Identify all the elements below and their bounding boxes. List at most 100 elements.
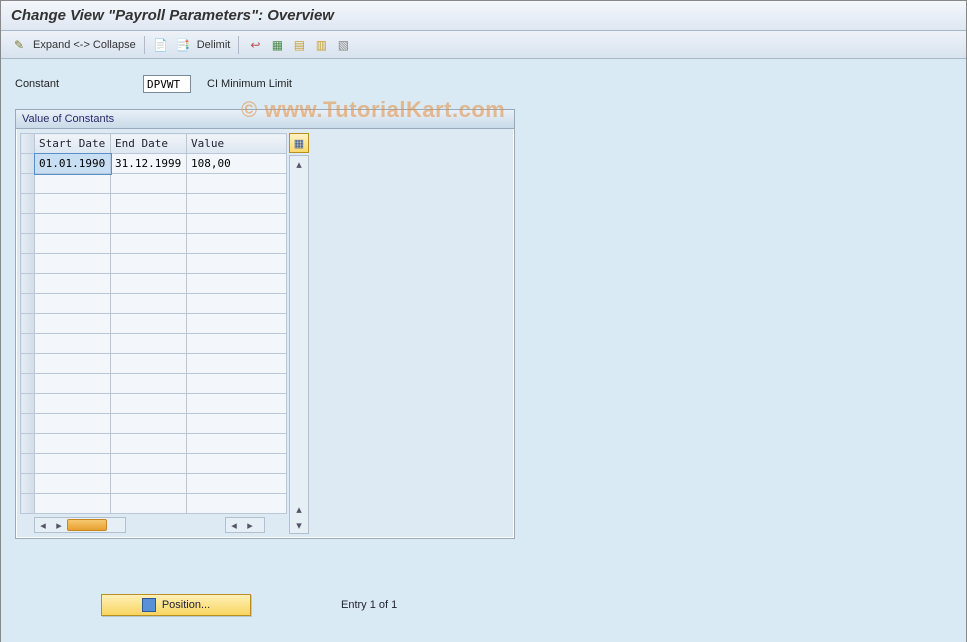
cell-end-date[interactable] [111,414,187,434]
delimit-button[interactable]: Delimit [197,39,231,51]
table-row[interactable] [21,394,287,414]
row-selector[interactable] [21,494,35,514]
hscroll-left[interactable]: ◂ ▸ [34,517,126,533]
cell-start-date[interactable] [35,314,111,334]
cell-value[interactable] [187,294,287,314]
cell-end-date[interactable] [111,174,187,194]
scroll-left-icon[interactable]: ◂ [35,518,51,532]
vscroll-track[interactable] [290,172,308,501]
cell-start-date[interactable] [35,254,111,274]
configure-columns-button[interactable] [289,133,309,153]
vertical-scrollbar[interactable]: ▴ ▴ ▾ [289,155,309,534]
row-selector[interactable] [21,294,35,314]
constant-input[interactable] [143,75,191,93]
cell-value[interactable] [187,174,287,194]
edit-icon[interactable] [11,37,27,53]
deselect-all-icon[interactable] [313,37,329,53]
cell-start-date[interactable] [35,414,111,434]
copy-all-icon[interactable] [175,37,191,53]
cell-value[interactable] [187,214,287,234]
cell-end-date[interactable] [111,354,187,374]
table-row[interactable] [21,334,287,354]
cell-value[interactable] [187,374,287,394]
cell-value[interactable] [187,334,287,354]
cell-value[interactable] [187,474,287,494]
row-selector[interactable] [21,354,35,374]
table-row[interactable] [21,494,287,514]
row-selector[interactable] [21,254,35,274]
cell-start-date[interactable] [35,474,111,494]
cell-end-date[interactable] [111,474,187,494]
row-selector[interactable] [21,414,35,434]
cell-end-date[interactable] [111,334,187,354]
undo-icon[interactable] [247,37,263,53]
cell-start-date[interactable] [35,194,111,214]
scroll-right-icon[interactable]: ▸ [242,518,258,532]
table-row[interactable] [21,214,287,234]
row-selector[interactable] [21,194,35,214]
col-value[interactable]: Value [187,134,287,154]
cell-end-date[interactable] [111,434,187,454]
cell-end-date[interactable] [111,294,187,314]
copy-icon[interactable] [153,37,169,53]
table-row[interactable] [21,314,287,334]
table-row[interactable] [21,414,287,434]
hscroll-right[interactable]: ◂ ▸ [225,517,265,533]
cell-value[interactable] [187,274,287,294]
cell-value[interactable] [187,494,287,514]
cell-end-date[interactable] [111,454,187,474]
cell-value[interactable] [187,394,287,414]
cell-end-date[interactable] [111,194,187,214]
cell-value[interactable] [187,414,287,434]
cell-value[interactable] [187,434,287,454]
select-block-icon[interactable] [291,37,307,53]
scroll-right-icon[interactable]: ▸ [51,518,67,532]
table-row[interactable] [21,234,287,254]
table-row[interactable] [21,294,287,314]
row-selector[interactable] [21,394,35,414]
cell-end-date[interactable] [111,394,187,414]
col-end-date[interactable]: End Date [111,134,187,154]
table-row[interactable]: 01.01.199031.12.1999108,00 [21,154,287,174]
cell-start-date[interactable] [35,234,111,254]
cell-start-date[interactable] [35,494,111,514]
hscroll-thumb[interactable] [67,519,107,531]
position-button[interactable]: Position... [101,594,251,616]
cell-end-date[interactable] [111,234,187,254]
constants-table[interactable]: Start Date End Date Value 01.01.199031.1… [20,133,287,514]
table-row[interactable] [21,254,287,274]
cell-value[interactable] [187,234,287,254]
cell-value[interactable] [187,354,287,374]
cell-start-date[interactable] [35,434,111,454]
table-row[interactable] [21,434,287,454]
scroll-up-icon[interactable]: ▴ [290,156,308,172]
row-selector[interactable] [21,154,35,174]
row-selector[interactable] [21,434,35,454]
table-row[interactable] [21,174,287,194]
cell-end-date[interactable] [111,214,187,234]
cell-value[interactable] [187,454,287,474]
cell-start-date[interactable] [35,294,111,314]
cell-end-date[interactable] [111,494,187,514]
cell-value[interactable]: 108,00 [187,154,287,174]
cell-start-date[interactable] [35,214,111,234]
table-row[interactable] [21,374,287,394]
cell-start-date[interactable] [35,374,111,394]
cell-start-date[interactable] [35,334,111,354]
cell-value[interactable] [187,314,287,334]
row-selector[interactable] [21,274,35,294]
table-row[interactable] [21,194,287,214]
row-selector[interactable] [21,334,35,354]
cell-end-date[interactable] [111,274,187,294]
cell-start-date[interactable]: 01.01.1990 [35,154,111,174]
row-selector[interactable] [21,174,35,194]
cell-value[interactable] [187,254,287,274]
row-selector[interactable] [21,234,35,254]
col-start-date[interactable]: Start Date [35,134,111,154]
row-selector[interactable] [21,374,35,394]
select-all-icon[interactable] [269,37,285,53]
cell-end-date[interactable] [111,314,187,334]
table-row[interactable] [21,274,287,294]
row-header-blank[interactable] [21,134,35,154]
row-selector[interactable] [21,314,35,334]
